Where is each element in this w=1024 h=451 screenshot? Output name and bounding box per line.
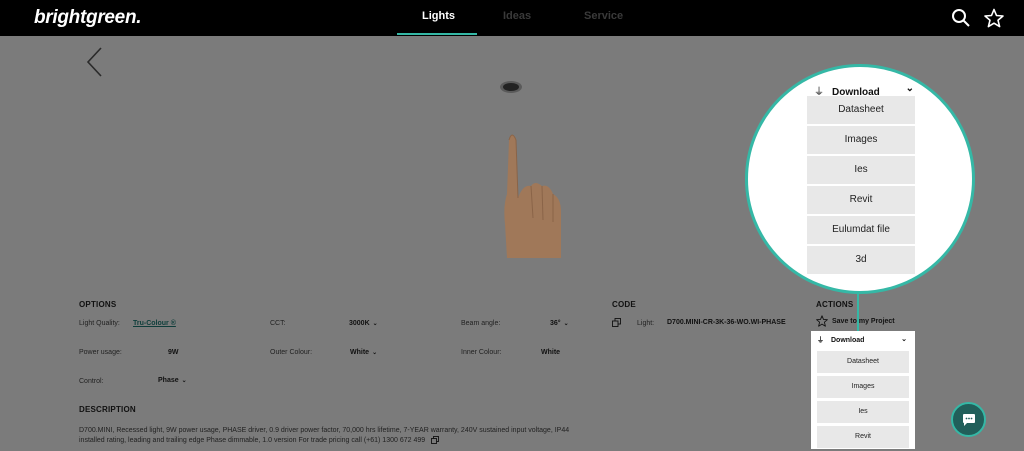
power-usage-value: 9W: [168, 349, 179, 356]
light-quality-label: Light Quality:: [79, 320, 120, 327]
description-heading: DESCRIPTION: [79, 405, 136, 414]
zoom-option-datasheet: Datasheet: [807, 96, 915, 124]
control-select[interactable]: Phase ⌄: [158, 377, 187, 384]
back-chevron-icon[interactable]: [84, 46, 106, 78]
download-option-revit[interactable]: Revit: [817, 426, 909, 448]
inner-colour-label: Inner Colour:: [461, 349, 502, 356]
cct-select[interactable]: 3000K ⌄: [349, 320, 378, 327]
active-tab-indicator: [397, 33, 477, 35]
cct-label: CCT:: [270, 320, 286, 327]
star-icon[interactable]: [984, 8, 1004, 28]
chat-button[interactable]: [951, 402, 986, 437]
code-light-label: Light:: [637, 320, 655, 327]
power-usage-label: Power usage:: [79, 349, 122, 356]
chevron-down-icon: ⌄: [181, 378, 187, 384]
light-quality-link[interactable]: Tru-Colour ®: [133, 320, 176, 327]
star-icon: [816, 315, 828, 327]
downlight-fixture-image: [500, 81, 522, 93]
inner-colour-value: White: [541, 349, 561, 356]
control-value: Phase: [158, 377, 179, 384]
tab-service[interactable]: Service: [584, 10, 623, 22]
zoom-option-3d: 3d: [807, 246, 915, 274]
download-option-images[interactable]: Images: [817, 376, 909, 398]
cct-value: 3000K: [349, 320, 370, 327]
save-to-project-button[interactable]: Save to my Project: [816, 315, 895, 327]
zoom-option-eulumdat: Eulumdat file: [807, 216, 915, 244]
chevron-down-icon: ⌄: [905, 83, 914, 94]
beam-angle-select[interactable]: 36° ⌄: [550, 320, 569, 327]
options-heading: OPTIONS: [79, 300, 117, 309]
control-label: Control:: [79, 378, 104, 385]
code-heading: CODE: [612, 300, 636, 309]
zoom-option-revit: Revit: [807, 186, 915, 214]
search-icon[interactable]: [951, 8, 971, 28]
copy-icon[interactable]: [612, 318, 621, 327]
top-navigation-bar: brightgreen. Lights Ideas Service: [0, 0, 1024, 36]
outer-colour-label: Outer Colour:: [270, 349, 313, 356]
tab-ideas[interactable]: Ideas: [503, 10, 531, 22]
chat-bubble-icon: [963, 414, 975, 426]
zoom-option-ies: Ies: [807, 156, 915, 184]
chevron-down-icon: ⌄: [901, 336, 907, 343]
actions-heading: ACTIONS: [816, 300, 854, 309]
download-label: Download: [831, 337, 865, 344]
download-dropdown: ⏚ Download ⌄ Datasheet Images Ies Revit: [811, 331, 915, 449]
tab-lights[interactable]: Lights: [422, 10, 455, 22]
outer-colour-value: White: [350, 349, 370, 356]
download-option-datasheet[interactable]: Datasheet: [817, 351, 909, 373]
chevron-down-icon: ⌄: [372, 321, 378, 327]
download-icon: ⏚: [817, 337, 824, 344]
pointing-hand-image: [504, 134, 561, 258]
download-zoom-callout: ⏚ Download ⌄ Datasheet Images Ies Revit Eu…: [745, 64, 975, 294]
save-to-project-label: Save to my Project: [832, 317, 895, 325]
beam-angle-label: Beam angle:: [461, 320, 501, 327]
download-dropdown-toggle[interactable]: ⏚ Download ⌄: [817, 335, 909, 345]
description-text: D700.MINI, Recessed light, 9W power usag…: [79, 426, 579, 446]
outer-colour-select[interactable]: White ⌄: [350, 349, 377, 356]
copy-icon[interactable]: [431, 436, 440, 445]
chevron-down-icon: ⌄: [372, 350, 378, 356]
download-option-ies[interactable]: Ies: [817, 401, 909, 423]
description-body: D700.MINI, Recessed light, 9W power usag…: [79, 427, 570, 444]
product-code-value: D700.MINI-CR-3K-36-WO.WI-PHASE: [667, 319, 786, 326]
brand-logo[interactable]: brightgreen.: [34, 7, 142, 29]
beam-angle-value: 36°: [550, 320, 561, 327]
zoom-option-images: Images: [807, 126, 915, 154]
chevron-down-icon: ⌄: [563, 321, 569, 327]
